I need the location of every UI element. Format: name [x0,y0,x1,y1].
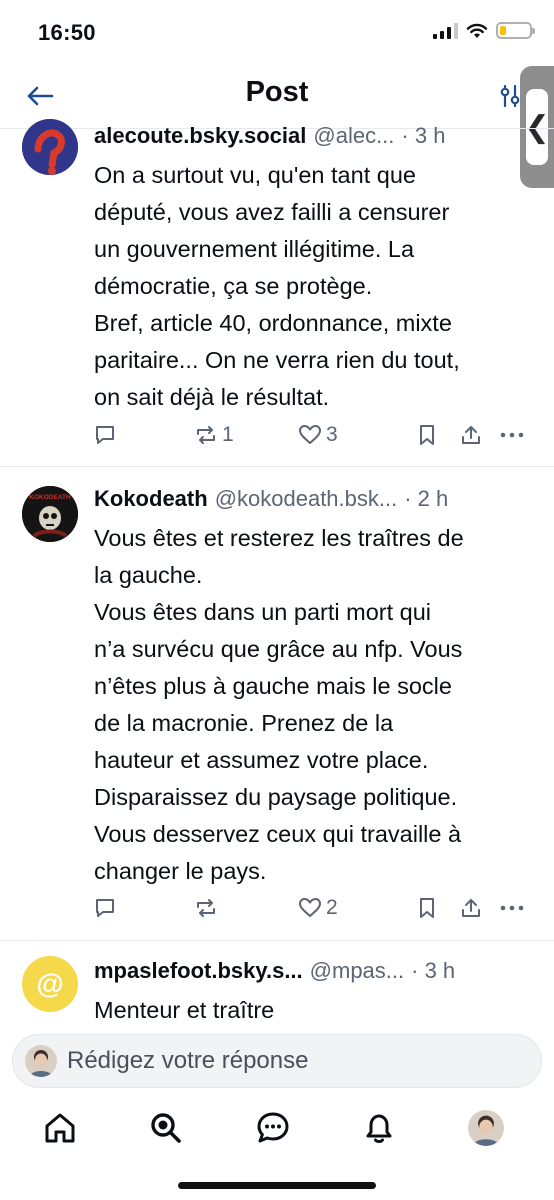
post-text-line: un gouvernement illégitime. La [94,236,415,262]
post-text-line: paritaire... On ne verra rien du tout, [94,347,460,373]
like-count: 2 [326,896,338,919]
more-options-button[interactable] [500,893,524,923]
avatar-image [22,119,78,175]
author-name[interactable]: alecoute.bsky.social [94,123,306,149]
reply-composer[interactable]: Rédigez votre réponse [12,1034,542,1088]
reply-button[interactable] [94,893,116,923]
post-header: alecoute.bsky.social @alec... · 3 h [94,123,530,153]
tab-profile[interactable] [466,1108,506,1148]
post-text-line: changer le pays. [94,858,267,884]
author-handle[interactable]: @alec... [313,123,394,149]
post-text-line: Vous êtes et resterez les traîtres de [94,525,464,551]
like-button[interactable]: 2 [298,893,338,923]
post-text-line: démocratie, ça se protège. [94,273,373,299]
post-text: On a surtout vu, qu'en tant que député, … [94,157,544,416]
post-text-line: Menteur et traître [94,997,275,1023]
comment-icon [96,426,114,444]
more-options-button[interactable] [500,420,524,450]
bottom-tab-bar [0,1100,554,1160]
search-icon [151,1113,181,1143]
comment-icon [96,899,114,917]
repost-icon [197,899,215,917]
post-text-line: n’êtes plus à gauche mais le socle [94,673,452,699]
profile-avatar [468,1110,504,1146]
author-handle[interactable]: @mpas... [310,958,404,984]
post-time: · 3 h [401,123,446,148]
post-text-line: député, vous avez failli a censurer [94,199,450,225]
avatar-image [25,1045,57,1077]
share-button[interactable] [460,893,482,923]
post-item[interactable]: KOKODEATH Kokodeath @kokodeath.bsk... · … [0,466,554,940]
bookmark-button[interactable] [418,893,436,923]
post-item[interactable]: alecoute.bsky.social @alec... · 3 h On a… [0,0,554,466]
ellipsis-icon [500,432,524,438]
post-text-line: hauteur et assumez votre place. [94,747,429,773]
post-text-line: Disparaissez du paysage politique. [94,784,458,810]
bookmark-button[interactable] [418,420,436,450]
avatar-label: KOKODEATH [29,494,71,501]
bell-icon [366,1114,392,1143]
post-text-line: n’a survécu que grâce au nfp. Vous [94,636,463,662]
avatar[interactable]: KOKODEATH [22,486,78,542]
repost-button[interactable] [194,893,222,923]
author-name[interactable]: mpaslefoot.bsky.s... [94,958,303,984]
post-text-line: la gauche. [94,562,203,588]
share-icon [462,426,480,444]
post-text-line: Bref, article 40, ordonnance, mixte [94,310,452,336]
share-button[interactable] [460,420,482,450]
post-actions: 2 [94,893,534,923]
post-text-line: On a surtout vu, qu'en tant que [94,162,416,188]
tab-notifications[interactable] [359,1108,399,1148]
repost-button[interactable]: 1 [194,420,234,450]
author-name[interactable]: Kokodeath [94,486,208,512]
post-header: mpaslefoot.bsky.s... @mpas... · 3 h [94,958,530,988]
ellipsis-icon [500,905,524,911]
home-icon [45,1113,75,1143]
post-text-line: Vous êtes dans un parti mort qui [94,599,432,625]
tab-search[interactable] [146,1108,186,1148]
home-indicator [178,1182,376,1189]
post-text: Vous êtes et resterez les traîtres de la… [94,520,544,890]
post-item[interactable]: @ mpaslefoot.bsky.s... @mpas... · 3 h Me… [0,940,554,1030]
tab-messages[interactable] [253,1108,293,1148]
author-handle[interactable]: @kokodeath.bsk... [215,486,398,512]
tab-home[interactable] [40,1108,80,1148]
post-text-line: Vous desservez ceux qui travaille à [94,821,462,847]
avatar-image: KOKODEATH [22,486,78,542]
post-actions: 1 3 [94,420,534,450]
repost-count: 1 [222,423,234,446]
like-button[interactable]: 3 [298,420,338,450]
post-time: · 3 h [411,958,456,983]
user-avatar [25,1045,57,1077]
avatar[interactable]: @ [22,956,78,1012]
reply-button[interactable] [94,420,116,450]
repost-icon [197,426,215,444]
at-sign-icon: @ [36,968,64,999]
post-time: · 2 h [404,486,449,511]
heart-icon [299,898,321,917]
post-text-line: de la macronie. Prenez de la [94,710,394,736]
chat-bubble-icon [257,1112,289,1143]
reply-input-placeholder[interactable]: Rédigez votre réponse [67,1047,308,1075]
bookmark-icon [420,898,434,918]
share-icon [462,899,480,917]
heart-icon [299,425,321,444]
post-text-line: on sait déjà le résultat. [94,384,330,410]
bookmark-icon [420,425,434,445]
post-text: Menteur et traître [94,992,544,1029]
post-header: Kokodeath @kokodeath.bsk... · 2 h [94,486,530,516]
avatar-image [468,1110,504,1146]
avatar[interactable] [22,119,78,175]
like-count: 3 [326,423,338,446]
